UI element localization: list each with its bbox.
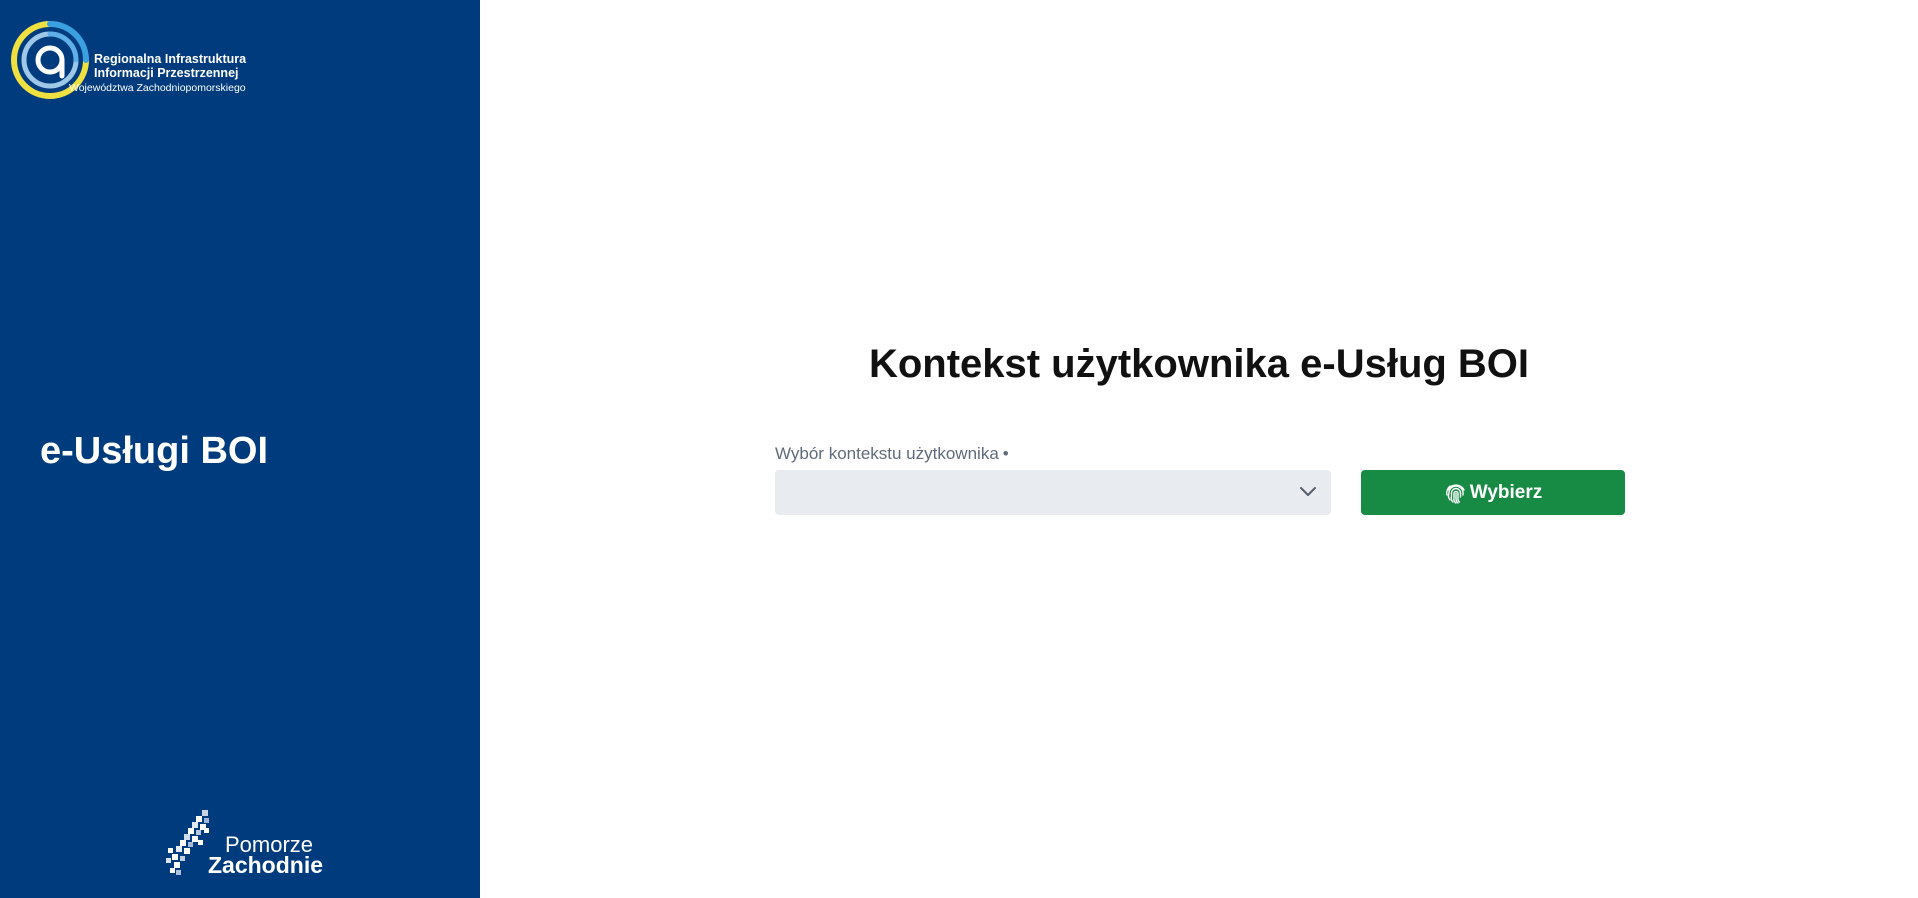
- context-select-label: Wybór kontekstu użytkownika •: [775, 444, 1009, 464]
- sidebar: Regionalna Infrastruktura Informacji Prz…: [0, 0, 480, 898]
- page-title: Kontekst użytkownika e-Usług BOI: [868, 342, 1530, 386]
- pomorze-zachodnie-logo: Pomorze Zachodnie: [162, 808, 332, 878]
- select-context-button-label: Wybierz: [1469, 481, 1543, 503]
- riip-logo-text: Regionalna Infrastruktura Informacji Prz…: [69, 52, 247, 94]
- riip-logo-line1: Regionalna Infrastruktura: [94, 52, 247, 66]
- select-context-button[interactable]: Wybierz: [1361, 470, 1625, 515]
- sidebar-app-title: e-Usługi BOI: [40, 430, 269, 472]
- main-content: Kontekst użytkownika e-Usług BOI Wybór k…: [480, 0, 1918, 898]
- riip-logo: Regionalna Infrastruktura Informacji Prz…: [10, 20, 280, 102]
- app-root: Regionalna Infrastruktura Informacji Prz…: [0, 0, 1918, 898]
- context-select[interactable]: [775, 470, 1331, 515]
- required-marker: •: [1002, 444, 1009, 463]
- riip-logo-line2: Informacji Przestrzennej: [94, 65, 239, 80]
- context-select-label-text: Wybór kontekstu użytkownika: [775, 444, 999, 463]
- pomorze-zachodnie-line2: Zachodnie: [208, 852, 324, 878]
- chevron-down-icon: [1300, 487, 1316, 496]
- fingerprint-icon: [1445, 483, 1465, 504]
- riip-logo-line3: Województwa Zachodniopomorskiego: [69, 82, 246, 94]
